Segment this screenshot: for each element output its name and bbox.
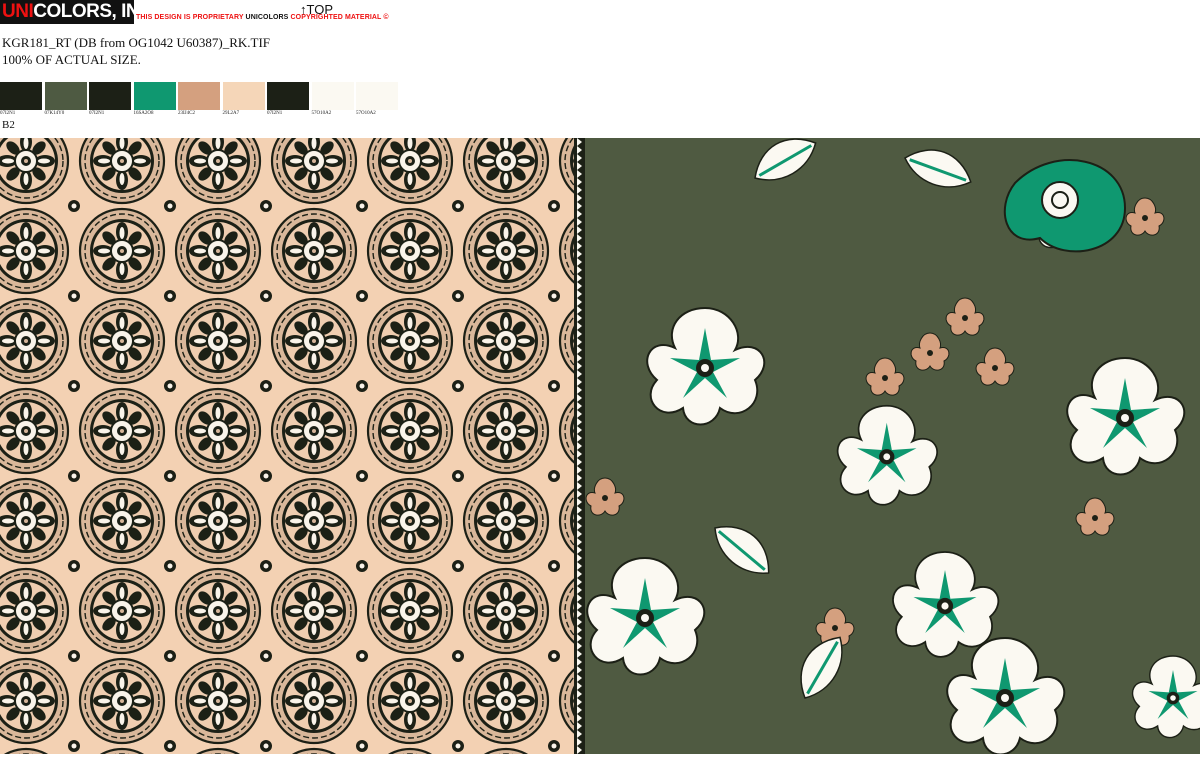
scale-note: 100% OF ACTUAL SIZE.	[2, 52, 141, 67]
copyright-notice: THIS DESIGN IS PROPRIETARY UNICOLORS COP…	[136, 14, 389, 21]
swatch-chip	[44, 82, 87, 110]
zigzag-border-image	[574, 138, 585, 754]
swatch-chip	[89, 82, 131, 110]
swatch-code: 07I2N1	[0, 111, 16, 116]
color-swatch: 07I2N1	[267, 82, 309, 117]
top-orientation-label: ↑TOP	[300, 2, 333, 17]
medallion-pattern-panel	[0, 138, 574, 754]
floral-pattern-panel	[585, 138, 1200, 754]
pattern-divider-border	[574, 138, 585, 754]
swatch-chip	[178, 82, 220, 110]
swatch-code: 57O10A2	[311, 111, 332, 116]
color-swatch: 57O10A2	[311, 82, 354, 117]
swatch-code: 57O10A2	[356, 111, 376, 116]
swatch-code: 29L2A7	[222, 111, 240, 116]
color-swatch: 07I2N1	[89, 82, 131, 117]
color-swatch: 29L2A7	[222, 82, 265, 117]
color-swatch: 07K14Y0	[44, 82, 87, 117]
variant-label: B2	[2, 119, 15, 131]
swatch-chip	[267, 82, 309, 110]
color-swatch-strip: 07I2N1 07K14Y0 07I2N1 16SA2O8 23IJ4C2 29L2A7 0…	[0, 82, 401, 117]
swatch-code: 07I2N1	[89, 111, 105, 116]
floral-pattern-image	[585, 138, 1200, 754]
swatch-chip	[222, 82, 265, 110]
swatch-chip	[356, 82, 398, 110]
logo-prefix: UNI	[2, 1, 34, 22]
swatch-code: 16SA2O8	[133, 111, 154, 116]
color-swatch: 16SA2O8	[133, 82, 176, 117]
brand-logo: UNICOLORS, INC.	[0, 0, 134, 24]
swatch-chip	[133, 82, 176, 110]
swatch-code: 23IJ4C2	[178, 111, 195, 116]
logo-rest: COLORS, INC.	[33, 1, 134, 22]
swatch-code: 07I2N1	[267, 111, 283, 116]
swatch-code: 07K14Y0	[44, 111, 65, 116]
file-name: KGR181_RT (DB from OG1042 U60387)_RK.TIF	[2, 35, 271, 50]
notice-brand: UNICOLORS	[245, 14, 289, 21]
swatch-chip	[0, 82, 42, 110]
swatch-chip	[311, 82, 354, 110]
color-swatch: 07I2N1	[0, 82, 42, 117]
color-swatch: 23IJ4C2	[178, 82, 220, 117]
notice-text: THIS DESIGN IS PROPRIETARY	[136, 14, 246, 21]
medallion-pattern-image	[0, 138, 574, 754]
color-swatch: 57O10A2	[356, 82, 398, 117]
